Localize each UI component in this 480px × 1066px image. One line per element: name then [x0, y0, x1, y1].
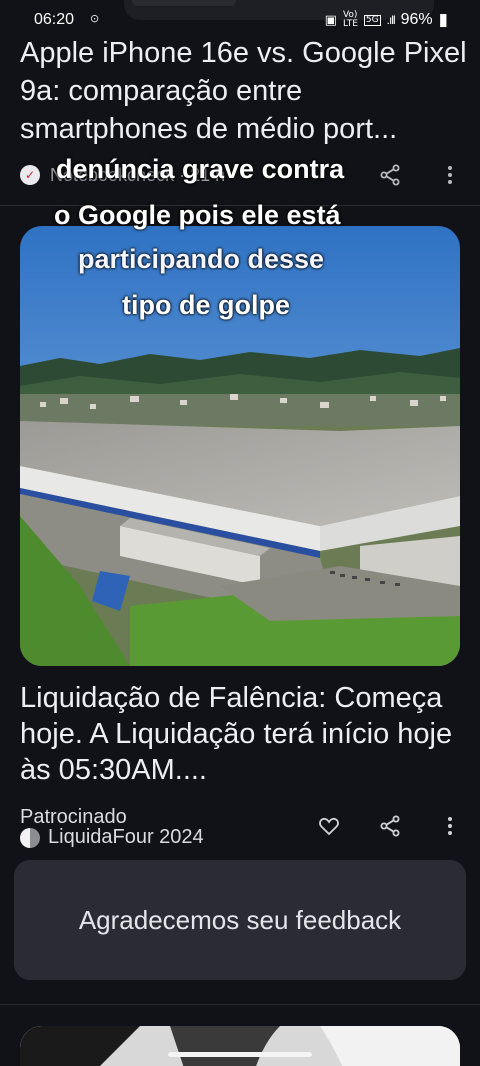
navigation-handle[interactable] — [168, 1052, 312, 1057]
more-options-icon[interactable] — [440, 163, 460, 187]
caption-line-1: denúncia grave contra — [56, 154, 345, 184]
caption-line-3: participando desse — [78, 244, 325, 274]
source-logo-icon: ✓ — [20, 165, 40, 185]
signal-icon: .ıll — [386, 13, 396, 27]
source-name: LiquidaFour 2024 — [48, 826, 204, 848]
status-right: ▣ Vo) LTE 5G .ıll 96% ▮ — [325, 10, 448, 30]
record-icon: ⊙ — [90, 13, 100, 25]
lock-icon: ▣ — [324, 12, 337, 27]
feedback-text: Agradecemos seu feedback — [78, 904, 402, 935]
divider — [0, 1004, 480, 1005]
feedback-card: Agradecemos seu feedback — [14, 860, 466, 980]
caption-line-2: o Google pois ele está — [54, 200, 341, 230]
article-title[interactable]: Liquidação de Falência: Começa hoje. A L… — [20, 680, 470, 788]
article-title[interactable]: Apple iPhone 16e vs. Google Pixel 9a: co… — [20, 34, 470, 148]
share-icon[interactable] — [378, 163, 402, 187]
more-options-icon[interactable] — [440, 814, 460, 838]
volte-icon: Vo) LTE — [342, 10, 358, 29]
share-icon[interactable] — [378, 814, 402, 838]
heart-icon[interactable] — [317, 814, 341, 838]
source-logo-icon — [20, 827, 40, 848]
next-article-image[interactable] — [20, 1026, 460, 1066]
battery-icon: ▮ — [438, 10, 448, 29]
article-source[interactable]: LiquidaFour 2024 — [20, 826, 204, 849]
status-time: 06:20 — [34, 11, 75, 28]
battery-level: 96% — [400, 11, 433, 28]
caption-line-4: tipo de golpe — [122, 290, 290, 320]
5g-icon: 5G — [363, 14, 381, 26]
